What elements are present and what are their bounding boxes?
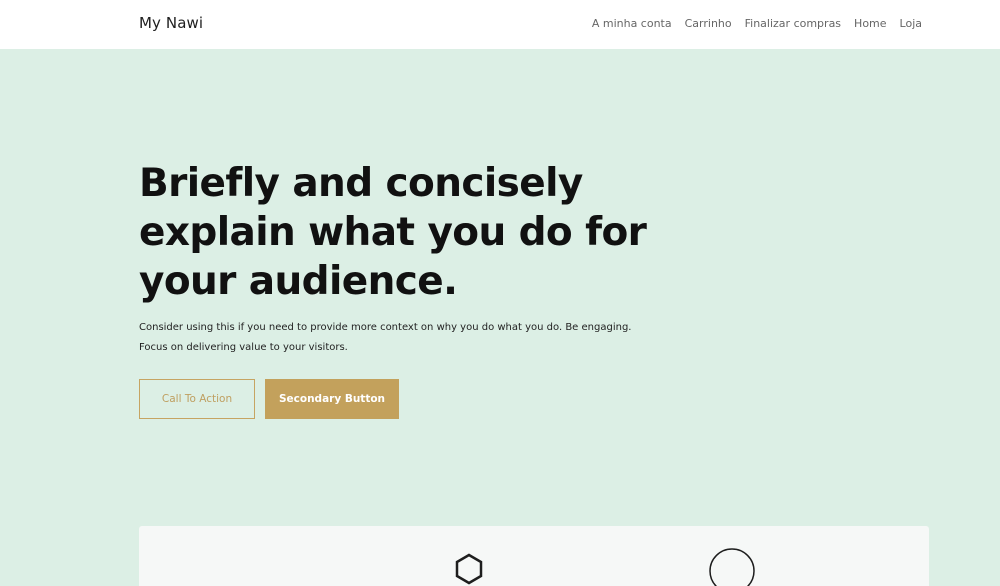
circle-icon (709, 548, 755, 586)
site-title[interactable]: My Nawi (139, 14, 203, 32)
secondary-button[interactable]: Secondary Button (265, 379, 399, 419)
nav-item-home[interactable]: Home (854, 17, 886, 30)
feature-card (139, 526, 929, 586)
nav-item-my-account[interactable]: A minha conta (592, 17, 672, 30)
hero-section: Briefly and concisely explain what you d… (0, 49, 1000, 586)
site-header: My Nawi A minha conta Carrinho Finalizar… (0, 0, 1000, 49)
hexagon-icon (455, 553, 483, 585)
hero-description: Consider using this if you need to provi… (139, 322, 632, 353)
hero-title: Briefly and concisely explain what you d… (139, 161, 647, 304)
main-nav: A minha conta Carrinho Finalizar compras… (592, 17, 922, 30)
nav-item-cart[interactable]: Carrinho (685, 17, 732, 30)
nav-item-shop[interactable]: Loja (900, 17, 922, 30)
call-to-action-button[interactable]: Call To Action (139, 379, 255, 419)
nav-item-checkout[interactable]: Finalizar compras (745, 17, 841, 30)
